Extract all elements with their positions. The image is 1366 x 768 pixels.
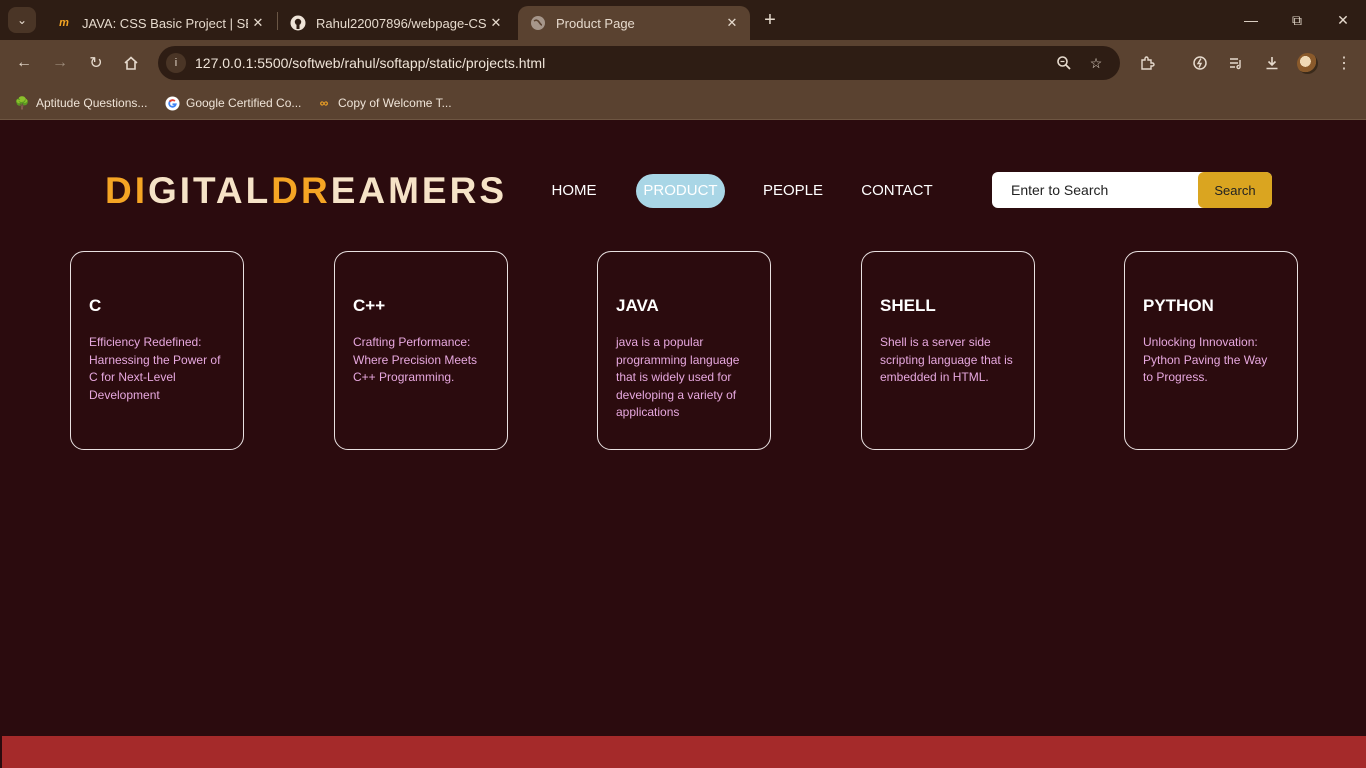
nav-home[interactable]: HOME — [548, 174, 600, 208]
download-icon — [1266, 57, 1278, 70]
page-footer — [2, 736, 1366, 768]
card-title: PYTHON — [1143, 296, 1214, 315]
google-icon — [164, 95, 180, 111]
tree-icon: 🌳 — [14, 96, 30, 110]
bookmark-google-certified[interactable]: Google Certified Co... — [164, 93, 301, 113]
star-icon[interactable]: ☆ — [1086, 53, 1106, 73]
search-input[interactable] — [992, 172, 1198, 208]
card-title: JAVA — [616, 296, 659, 315]
product-card-shell: SHELL Shell is a server side scripting l… — [861, 251, 1035, 450]
tab-github[interactable]: Rahul22007896/webpage-CSS- ✕ — [278, 6, 514, 40]
reload-button[interactable]: ↻ — [84, 51, 108, 75]
card-description: Unlocking Innovation: Python Paving the … — [1143, 335, 1268, 385]
card-title: SHELL — [880, 296, 936, 315]
close-icon[interactable]: ✕ — [722, 15, 742, 31]
new-tab-button[interactable]: + — [759, 9, 781, 31]
m-icon: m — [59, 17, 69, 29]
tab-strip: ⌄ m JAVA: CSS Basic Project | SEC ✕ Rahu… — [0, 0, 1366, 40]
colab-icon: ∞ — [319, 96, 329, 110]
tab-product-page[interactable]: Product Page ✕ — [518, 6, 750, 40]
puzzle-icon — [1141, 56, 1155, 70]
nav-people[interactable]: PEOPLE — [760, 174, 826, 208]
product-card-cpp: C++ Crafting Performance: Where Precisio… — [334, 251, 508, 450]
minimize-icon: — — [1244, 12, 1258, 28]
search-form: Search — [992, 172, 1272, 208]
tab-java-css[interactable]: m JAVA: CSS Basic Project | SEC ✕ — [44, 6, 276, 40]
downloads-button[interactable] — [1260, 51, 1284, 75]
minimize-button[interactable]: — — [1228, 0, 1274, 40]
extensions-button[interactable] — [1135, 51, 1159, 75]
product-card-python: PYTHON Unlocking Innovation: Python Pavi… — [1124, 251, 1298, 450]
bookmark-aptitude[interactable]: 🌳 Aptitude Questions... — [14, 93, 148, 113]
window-close-button[interactable]: ✕ — [1320, 0, 1366, 40]
performance-button[interactable] — [1188, 51, 1212, 75]
address-bar[interactable]: i 127.0.0.1:5500/softweb/rahul/softapp/s… — [158, 46, 1120, 80]
close-icon[interactable]: ✕ — [248, 15, 268, 31]
restore-button[interactable]: ⧉ — [1274, 0, 1320, 40]
globe-icon — [530, 15, 546, 31]
card-description: Shell is a server side scripting languag… — [880, 335, 1013, 385]
profile-avatar[interactable] — [1297, 53, 1318, 74]
card-description: Crafting Performance: Where Precision Me… — [353, 335, 478, 385]
github-icon — [290, 15, 306, 31]
more-vert-icon: ⋮ — [1336, 55, 1352, 72]
close-icon: ✕ — [1337, 11, 1349, 28]
restore-icon: ⧉ — [1292, 11, 1302, 28]
site-info-icon[interactable]: i — [166, 53, 186, 73]
leaf-bolt-icon — [1193, 56, 1207, 70]
product-card-java: JAVA java is a popular programming langu… — [597, 251, 771, 450]
card-title: C — [89, 296, 102, 315]
browser-toolbar: ← → ↻ i 127.0.0.1:5500/softweb/rahul/sof… — [0, 40, 1366, 113]
playlist-icon — [1230, 58, 1241, 70]
bookmark-colab[interactable]: ∞ Copy of Welcome T... — [316, 93, 452, 113]
search-button[interactable]: Search — [1198, 172, 1272, 208]
nav-product[interactable]: PRODUCT — [636, 174, 725, 208]
browser-menu-button[interactable]: ⋮ — [1332, 51, 1356, 75]
back-button[interactable]: ← — [12, 51, 36, 75]
home-button[interactable] — [119, 51, 143, 75]
plus-icon: + — [764, 9, 776, 31]
close-icon[interactable]: ✕ — [486, 15, 506, 31]
card-description: java is a popular programming language t… — [616, 335, 740, 420]
page-content: DIGITALDREAMERS HOME PRODUCT PEOPLE CONT… — [2, 121, 1366, 768]
arrow-right-icon: → — [52, 54, 68, 71]
url-text[interactable]: 127.0.0.1:5500/softweb/rahul/softapp/sta… — [195, 55, 545, 71]
media-control-button[interactable] — [1224, 51, 1248, 75]
card-description: Efficiency Redefined: Harnessing the Pow… — [89, 335, 221, 402]
chevron-down-icon: ⌄ — [16, 13, 28, 27]
site-logo[interactable]: DIGITALDREAMERS — [105, 170, 507, 212]
reload-icon: ↻ — [89, 55, 103, 72]
nav-contact[interactable]: CONTACT — [858, 174, 936, 208]
zoom-icon[interactable] — [1054, 53, 1074, 73]
tab-search-button[interactable]: ⌄ — [8, 7, 36, 33]
forward-button[interactable]: → — [48, 51, 72, 75]
arrow-left-icon: ← — [16, 54, 32, 71]
card-title: C++ — [353, 296, 386, 315]
product-card-c: C Efficiency Redefined: Harnessing the P… — [70, 251, 244, 450]
bookmarks-bar: 🌳 Aptitude Questions... Google Certified… — [0, 86, 1366, 120]
home-icon — [124, 56, 138, 70]
